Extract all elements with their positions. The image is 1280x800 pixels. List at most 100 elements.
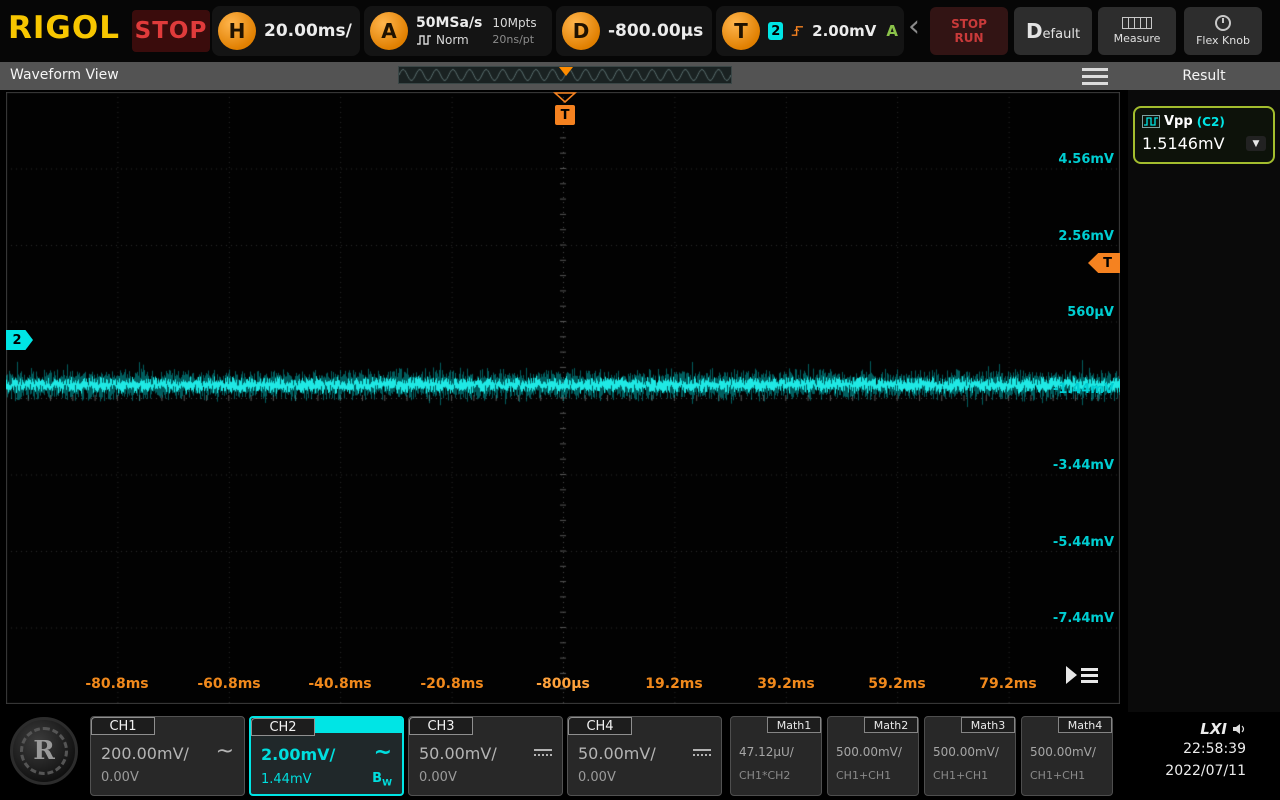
measurement-vpp-card[interactable]: Vpp (C2) 1.5146mV ▼ — [1133, 106, 1275, 164]
channel-card-ch3[interactable]: CH3 50.00mV/ 0.00V — [408, 716, 563, 796]
time-per-point: 20ns/pt — [492, 33, 536, 46]
time-label: 39.2ms — [741, 676, 831, 692]
clock-date: 2022/07/11 — [1128, 760, 1246, 782]
trigger-position-marker[interactable]: T — [555, 105, 575, 125]
time-label: 59.2ms — [852, 676, 942, 692]
time-label: -40.8ms — [295, 676, 385, 692]
channel1-offset: 0.00V — [101, 770, 139, 785]
rising-edge-icon — [791, 21, 804, 41]
waveform-view-title: Waveform View — [10, 67, 119, 83]
channel-card-ch2[interactable]: CH2 2.00mV/ ~ 1.44mV BW — [249, 716, 404, 796]
top-status-bar: RIGOL STOP H 20.00ms/ A 50MSa/s Norm 10M… — [0, 0, 1280, 62]
oscilloscope-screen: RIGOL STOP H 20.00ms/ A 50MSa/s Norm 10M… — [0, 0, 1280, 800]
flex-knob-button[interactable]: Flex Knob — [1184, 7, 1262, 55]
speaker-icon[interactable] — [1232, 723, 1246, 735]
measure-button[interactable]: Measure — [1098, 7, 1176, 55]
channel4-scale: 50.00mV/ — [578, 744, 656, 763]
trigger-badge: T — [722, 12, 760, 50]
measurement-source: (C2) — [1197, 115, 1225, 129]
voltage-label: -5.44mV — [1053, 535, 1114, 550]
ac-coupling-icon: ~ — [216, 747, 234, 757]
trigger-position-mini-marker[interactable] — [559, 67, 573, 76]
stop-run-button[interactable]: STOP RUN — [930, 7, 1008, 55]
rigol-logo: RIGOL — [8, 10, 120, 46]
stop-label: STOP — [951, 17, 987, 31]
delay-badge: D — [562, 12, 600, 50]
time-label: 19.2ms — [629, 676, 719, 692]
clock-time: 22:58:39 — [1128, 738, 1246, 760]
trigger-source-chip: 2 — [768, 22, 783, 40]
math2-tab: Math2 — [864, 717, 918, 733]
delay-value: -800.00µs — [608, 21, 703, 41]
math4-tab: Math4 — [1058, 717, 1112, 733]
measure-label: Measure — [1114, 32, 1161, 45]
math-card-math1[interactable]: Math1 47.12µU/ CH1*CH2 — [730, 716, 822, 796]
acquisition-badge: A — [370, 12, 408, 50]
time-label: 79.2ms — [963, 676, 1053, 692]
result-panel: Result Vpp (C2) 1.5146mV ▼ — [1128, 62, 1280, 712]
collapse-chevron-icon[interactable]: ‹ — [908, 12, 920, 42]
channel1-scale: 200.00mV/ — [101, 744, 189, 763]
channel-card-ch1[interactable]: CH1 200.00mV/ ~ 0.00V — [90, 716, 245, 796]
delay-control[interactable]: D -800.00µs — [556, 6, 712, 56]
channel4-offset: 0.00V — [578, 770, 616, 785]
default-button[interactable]: Default — [1014, 7, 1092, 55]
channel4-tab: CH4 — [568, 717, 632, 735]
waveform-view-header: Waveform View — [0, 62, 1128, 90]
voltage-label: -3.44mV — [1053, 458, 1114, 473]
ruler-icon — [1122, 17, 1152, 29]
rigol-menu-button[interactable]: R — [10, 717, 78, 785]
time-label: -20.8ms — [407, 676, 497, 692]
result-panel-title: Result — [1128, 62, 1280, 90]
waveform-display[interactable]: T 2 T 4.56mV 2.56mV 560µV -1.44mV -3.44m… — [6, 92, 1120, 704]
voltage-label: 2.56mV — [1058, 229, 1114, 244]
voltage-label: -7.44mV — [1053, 611, 1114, 626]
rigol-gear-icon: R — [33, 736, 55, 766]
math4-expression: CH1+CH1 — [1030, 769, 1085, 782]
trigger-sweep-mode: A — [886, 22, 898, 40]
channel2-tab: CH2 — [251, 718, 315, 736]
math-card-math4[interactable]: Math4 500.00mV/ CH1+CH1 — [1021, 716, 1113, 796]
horizontal-control[interactable]: H 20.00ms/ — [212, 6, 360, 56]
voltage-label: -1.44mV — [1053, 382, 1114, 397]
channel2-offset: 1.44mV — [261, 772, 312, 787]
voltage-label: 4.56mV — [1058, 152, 1114, 167]
channel3-tab: CH3 — [409, 717, 473, 735]
channel-card-ch4[interactable]: CH4 50.00mV/ 0.00V — [567, 716, 722, 796]
flex-knob-label: Flex Knob — [1196, 34, 1250, 47]
menu-icon[interactable] — [1082, 68, 1108, 85]
timebase-value: 20.00ms/ — [264, 21, 352, 41]
math4-scale: 500.00mV/ — [1030, 745, 1096, 759]
channel3-scale: 50.00mV/ — [419, 744, 497, 763]
voltage-label: 560µV — [1067, 305, 1114, 320]
dc-coupling-icon — [534, 749, 552, 758]
menu-collapse-icon[interactable] — [1066, 666, 1098, 684]
math2-expression: CH1+CH1 — [836, 769, 891, 782]
default-initial: D — [1026, 19, 1043, 43]
measurement-value: 1.5146mV — [1142, 134, 1225, 153]
acquire-mode: Norm — [436, 33, 469, 47]
measurement-name: Vpp — [1164, 114, 1193, 129]
trigger-position-marker-icon[interactable] — [553, 92, 577, 103]
channel-status-bar: R CH1 200.00mV/ ~ 0.00V CH2 2.00mV/ ~ 1.… — [0, 712, 1280, 800]
run-label: RUN — [954, 31, 983, 45]
dropdown-arrow-icon[interactable]: ▼ — [1246, 136, 1266, 151]
time-label-center: -800µs — [518, 676, 608, 692]
channel3-offset: 0.00V — [419, 770, 457, 785]
lxi-label: LXI — [1200, 720, 1227, 738]
math2-scale: 500.00mV/ — [836, 745, 902, 759]
acquisition-control[interactable]: A 50MSa/s Norm 10Mpts 20ns/pt — [364, 6, 552, 56]
math-card-math3[interactable]: Math3 500.00mV/ CH1+CH1 — [924, 716, 1016, 796]
sample-rate-value: 50MSa/s — [416, 15, 482, 31]
math3-tab: Math3 — [961, 717, 1015, 733]
math3-scale: 500.00mV/ — [933, 745, 999, 759]
waveform-canvas[interactable] — [6, 92, 1120, 704]
math1-scale: 47.12µU/ — [739, 745, 794, 759]
waveform-overview-strip[interactable] — [398, 66, 732, 84]
trigger-control[interactable]: T 2 2.00mV A — [716, 6, 904, 56]
measurement-waveform-icon — [1142, 115, 1160, 128]
run-state-indicator[interactable]: STOP — [132, 10, 210, 52]
channel2-active-strip — [315, 718, 402, 733]
memory-depth: 10Mpts — [492, 16, 536, 30]
math-card-math2[interactable]: Math2 500.00mV/ CH1+CH1 — [827, 716, 919, 796]
